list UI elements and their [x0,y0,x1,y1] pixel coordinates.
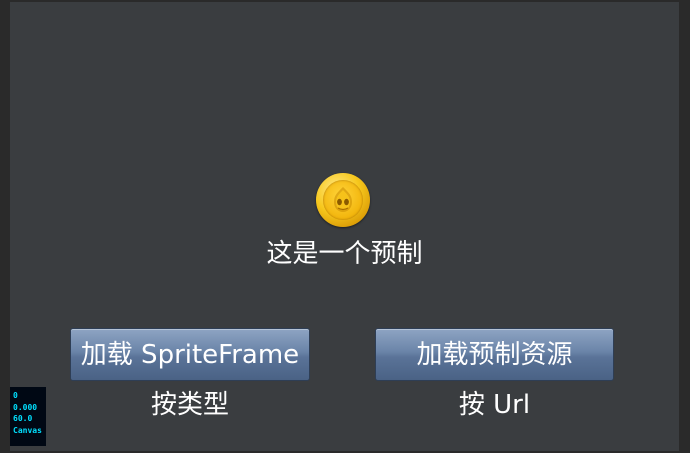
renderer-stat: Canvas [13,425,42,435]
load-spriteframe-button[interactable]: 加载 SpriteFrame [70,328,310,381]
coin-face [323,180,363,220]
coin-icon [316,173,370,227]
by-url-caption: 按 Url [458,390,531,420]
game-viewport: 这是一个预制 加载 SpriteFrame 加载预制资源 按类型 按 Url 0… [0,0,690,453]
load-prefab-button[interactable]: 加载预制资源 [375,328,614,381]
mascot-icon [334,187,352,212]
by-type-caption: 按类型 [150,390,229,420]
prefab-label: 这是一个预制 [266,239,423,269]
frame-time-stat: 0.000 [13,402,38,412]
profiler-stats: 0 0.000 60.0 Canvas [10,387,46,446]
fps-stat: 60.0 [13,414,33,423]
draw-calls-stat: 0 [13,391,18,400]
